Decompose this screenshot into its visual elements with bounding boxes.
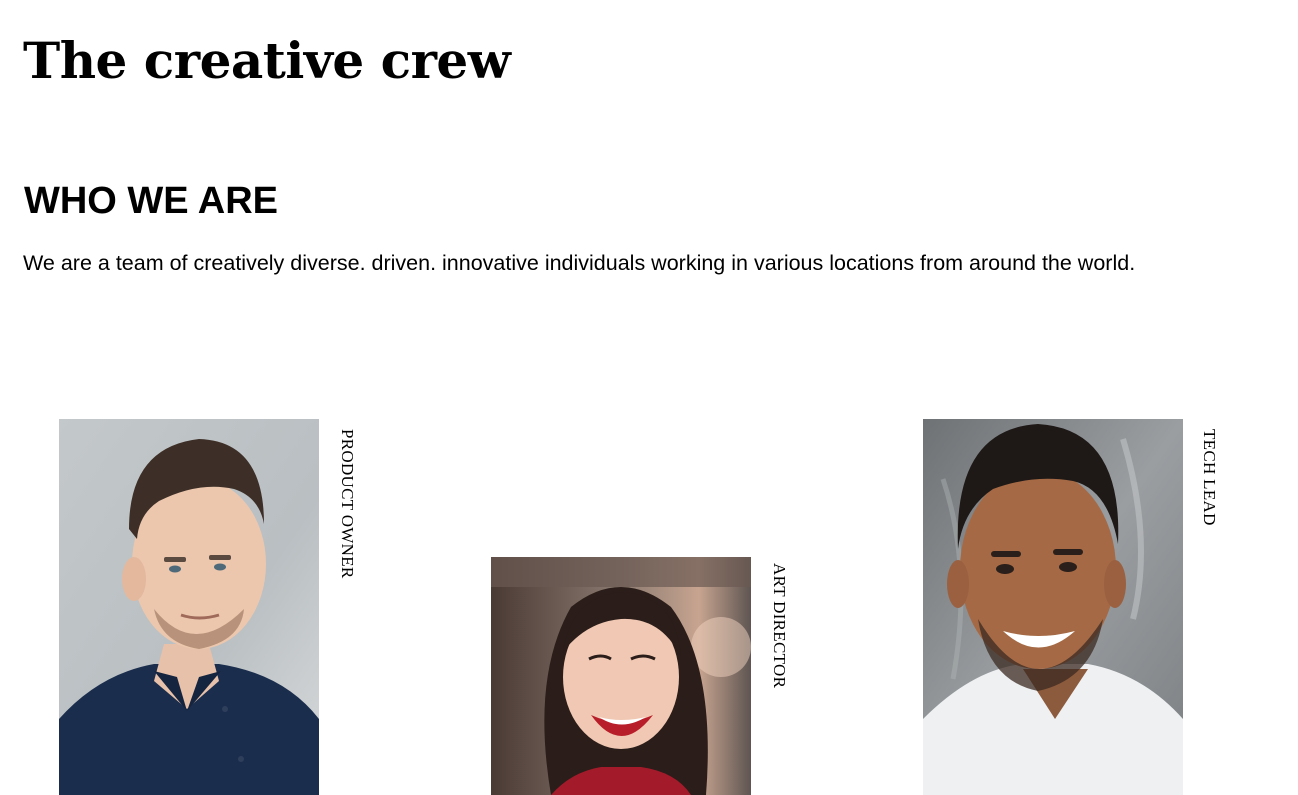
portrait-photo xyxy=(59,419,319,795)
portrait-man-navy-shirt-image xyxy=(59,419,319,795)
portrait-woman-smiling-image xyxy=(491,557,751,795)
portrait-photo xyxy=(491,557,751,795)
portrait-man-white-shirt-image xyxy=(923,419,1183,795)
role-label: PRODUCT OWNER xyxy=(338,429,357,579)
section-heading: WHO WE ARE xyxy=(24,180,279,222)
site-title: The creative crew xyxy=(23,31,511,90)
portrait-photo xyxy=(923,419,1183,795)
role-label: TECH LEAD xyxy=(1200,429,1219,526)
page: The creative crew WHO WE ARE We are a te… xyxy=(0,0,1298,795)
role-label: ART DIRECTOR xyxy=(770,563,789,689)
intro-text: We are a team of creatively diverse. dri… xyxy=(23,251,1136,275)
